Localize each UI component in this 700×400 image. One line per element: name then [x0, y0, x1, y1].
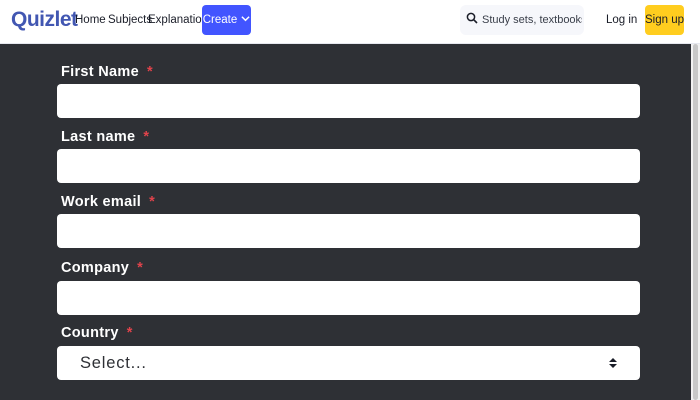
- signup-button[interactable]: Sign up: [645, 5, 684, 35]
- create-button[interactable]: Create: [202, 5, 251, 35]
- nav-home-link[interactable]: Home: [75, 14, 106, 26]
- create-button-label: Create: [202, 14, 238, 26]
- sort-arrows-icon: [608, 357, 618, 369]
- top-navigation-bar: Quizlet Home Subjects Explanations Creat…: [0, 0, 700, 44]
- last-name-label-text: Last name: [61, 129, 136, 145]
- required-marker: *: [143, 129, 150, 145]
- last-name-label: Last name *: [61, 129, 149, 145]
- country-label: Country *: [61, 325, 133, 341]
- country-select-value: Select...: [80, 353, 147, 372]
- company-label-text: Company: [61, 260, 130, 276]
- search-input[interactable]: [482, 14, 582, 26]
- search-icon: [466, 11, 478, 29]
- work-email-input[interactable]: [57, 214, 640, 248]
- country-label-text: Country: [61, 325, 119, 341]
- chevron-down-icon: [241, 14, 250, 26]
- nav-subjects-link[interactable]: Subjects: [108, 14, 152, 26]
- required-marker: *: [149, 194, 156, 210]
- login-link[interactable]: Log in: [606, 14, 637, 26]
- work-email-label-text: Work email: [61, 194, 142, 210]
- required-marker: *: [126, 325, 133, 341]
- scrollbar-thumb[interactable]: [693, 44, 698, 400]
- first-name-input[interactable]: [57, 84, 640, 118]
- company-input[interactable]: [57, 281, 640, 315]
- first-name-label-text: First Name: [61, 64, 139, 80]
- quizlet-logo[interactable]: Quizlet: [11, 8, 78, 32]
- required-marker: *: [146, 64, 153, 80]
- last-name-input[interactable]: [57, 149, 640, 183]
- country-select[interactable]: Select...: [57, 346, 640, 380]
- first-name-label: First Name *: [61, 64, 153, 80]
- work-email-label: Work email *: [61, 194, 155, 210]
- company-label: Company *: [61, 260, 143, 276]
- required-marker: *: [137, 260, 144, 276]
- search-box[interactable]: [460, 5, 584, 35]
